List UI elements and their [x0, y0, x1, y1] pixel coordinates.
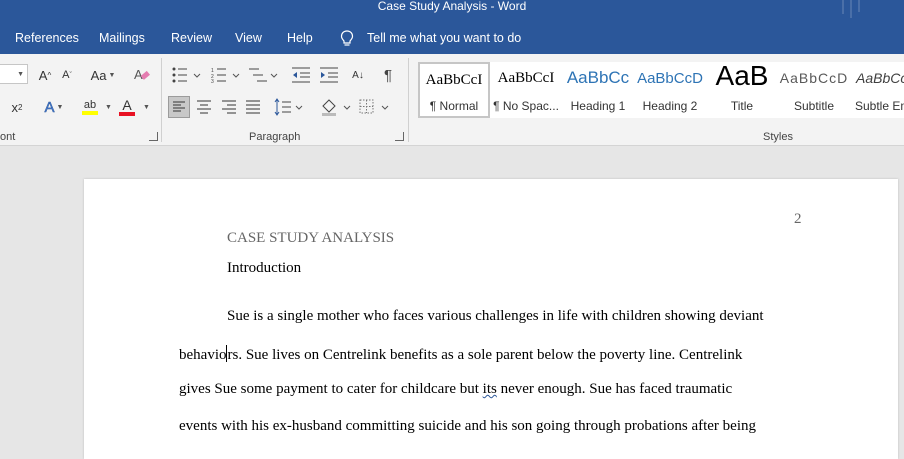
show-formatting-button[interactable]: ¶	[379, 65, 397, 85]
window-title: Case Study Analysis - Word	[377, 0, 527, 13]
tab-references[interactable]: References	[15, 31, 79, 45]
style-no-spacing[interactable]: AaBbCcI ¶ No Spac...	[490, 62, 562, 118]
paragraph-group-label: Paragraph	[249, 131, 301, 143]
style-subtitle[interactable]: AaBbCcD Subtitle	[778, 62, 850, 118]
group-separator	[408, 58, 409, 142]
tab-help[interactable]: Help	[287, 31, 313, 45]
align-center-icon[interactable]	[196, 100, 212, 114]
shrink-font-button[interactable]: Aˇ	[59, 65, 75, 85]
tab-view[interactable]: View	[235, 31, 262, 45]
align-left-button[interactable]	[168, 96, 190, 118]
change-case-button[interactable]: Aa ▼	[88, 65, 118, 85]
increase-indent-icon[interactable]	[320, 67, 338, 83]
numbering-icon[interactable]: 123	[211, 67, 241, 83]
decrease-indent-icon[interactable]	[292, 67, 310, 83]
svg-text:A: A	[134, 67, 143, 82]
sort-button[interactable]: A↓	[348, 65, 368, 85]
pilcrow-icon: ¶	[383, 66, 393, 84]
ribbon: ▼ A ^ Aˇ Aa ▼ A x2 A ▼ ab ▼ A ▼ ont 123 A	[0, 54, 904, 146]
style-normal[interactable]: AaBbCcI ¶ Normal	[418, 62, 490, 118]
paragraph-dialog-launcher[interactable]	[395, 132, 404, 141]
body-line: behaviors. Sue lives on Centrelink benef…	[179, 345, 743, 363]
svg-text:3: 3	[211, 79, 214, 83]
section-heading: Introduction	[227, 260, 302, 276]
body-line: events with his ex-husband committing su…	[179, 418, 756, 434]
title-bar: Case Study Analysis - Word	[0, 0, 904, 22]
running-head: CASE STUDY ANALYSIS	[227, 230, 395, 246]
bullets-icon[interactable]	[172, 67, 202, 83]
justify-icon[interactable]	[245, 100, 261, 114]
clear-formatting-icon[interactable]: A	[133, 66, 151, 84]
tab-review[interactable]: Review	[171, 31, 212, 45]
document-page[interactable]: 2 CASE STUDY ANALYSIS Introduction Sue i…	[84, 179, 898, 459]
highlighter-icon: ab	[83, 98, 97, 111]
font-size-dropdown[interactable]: ▼	[0, 64, 28, 84]
lightbulb-icon	[340, 30, 354, 46]
styles-gallery: AaBbCcI ¶ Normal AaBbCcI ¶ No Spac... Aa…	[418, 60, 904, 118]
font-group-label: ont	[0, 131, 16, 143]
align-right-icon[interactable]	[221, 100, 237, 114]
body-line: gives Sue some payment to cater for chil…	[179, 381, 733, 397]
shading-icon[interactable]	[320, 98, 352, 116]
grow-font-button[interactable]: A ^	[36, 65, 54, 85]
line-spacing-icon[interactable]	[274, 98, 304, 116]
page-number: 2	[794, 211, 802, 227]
tab-mailings[interactable]: Mailings	[99, 31, 145, 45]
align-left-icon	[173, 101, 185, 112]
highlight-color-button[interactable]: ab	[76, 96, 104, 118]
subscript-button[interactable]: x2	[8, 97, 26, 117]
style-title[interactable]: AaB Title	[706, 60, 778, 118]
text-effects-button[interactable]: A ▼	[40, 97, 68, 117]
style-heading-1[interactable]: AaBbCc Heading 1	[562, 62, 634, 118]
style-heading-2[interactable]: AaBbCcD Heading 2	[634, 62, 706, 118]
sort-icon: A↓	[352, 69, 364, 81]
styles-group-label: Styles	[763, 131, 793, 143]
font-color-button[interactable]: A	[116, 96, 138, 118]
ribbon-tabs: References Mailings Review View Help Tel…	[0, 22, 904, 54]
style-subtle-emphasis[interactable]: AaBbCcD Subtle Em	[850, 62, 904, 118]
font-dialog-launcher[interactable]	[149, 132, 158, 141]
borders-icon[interactable]	[358, 98, 390, 116]
tell-me-search[interactable]: Tell me what you want to do	[367, 31, 521, 45]
body-line: Sue is a single mother who faces various…	[227, 308, 764, 324]
grammar-flag[interactable]: its	[483, 381, 497, 397]
multilevel-list-icon[interactable]	[249, 67, 279, 83]
font-color-icon: A	[122, 97, 132, 113]
account-icon	[842, 0, 860, 18]
group-separator	[161, 58, 162, 142]
